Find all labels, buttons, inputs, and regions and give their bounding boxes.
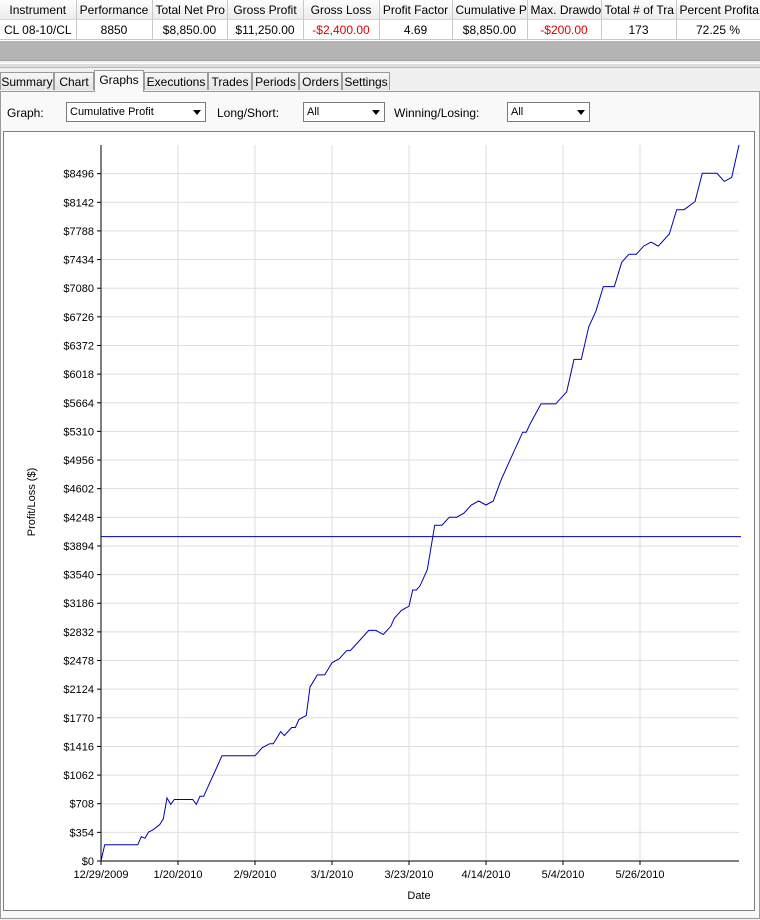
y-tick-label: $6372 [63, 340, 94, 352]
y-tick-label: $7080 [63, 283, 94, 295]
graph-select-value: Cumulative Profit [70, 106, 154, 118]
grid-lines [101, 145, 739, 861]
summary-cell: $8,850.00 [152, 19, 228, 40]
summary-data-row[interactable]: CL 08-10/CL 8850 $8,850.00 $11,250.00 -$2,40… [0, 19, 760, 40]
summary-cell: $8,850.00 [452, 19, 528, 40]
y-tick-label: $3186 [63, 598, 94, 610]
summary-cell: -$200.00 [527, 19, 602, 40]
y-tick-label: $1770 [63, 713, 94, 725]
graph-label: Graph: [7, 106, 44, 120]
graph-select[interactable]: Cumulative Profit [66, 102, 206, 122]
x-tick-label: 5/4/2010 [542, 869, 585, 881]
tab-executions[interactable]: Executions [144, 72, 208, 90]
y-tick-label: $708 [70, 799, 94, 811]
winning-losing-label: Winning/Losing: [394, 106, 480, 120]
tab-orders[interactable]: Orders [299, 72, 342, 90]
y-tick-label: $1416 [63, 741, 94, 753]
x-tick-label: 12/29/2009 [73, 869, 128, 881]
x-tick-label: 3/23/2010 [385, 869, 434, 881]
y-tick-label: $6018 [63, 369, 94, 381]
long-short-select[interactable]: All [303, 102, 385, 122]
x-axis-ticks: 12/29/2009 1/20/2010 2/9/2010 3/1/2010 3/23/… [73, 861, 664, 881]
column-header[interactable]: Instrument [0, 0, 77, 20]
x-tick-label: 2/9/2010 [234, 869, 277, 881]
y-tick-label: $3894 [63, 541, 94, 553]
tab-bar: Summary Chart Graphs Executions Trades P… [0, 70, 760, 92]
summary-cell: 173 [601, 19, 677, 40]
summary-cell: CL 08-10/CL [0, 19, 77, 40]
column-header[interactable]: Performance [76, 0, 153, 20]
summary-cell: 4.69 [379, 19, 453, 40]
summary-cell: $11,250.00 [227, 19, 304, 40]
y-tick-label: $2124 [63, 684, 94, 696]
y-tick-label: $1062 [63, 770, 94, 782]
long-short-label: Long/Short: [217, 106, 280, 120]
y-axis-title: Profit/Loss ($) [26, 468, 38, 536]
summary-panel: Instrument Performance Total Net Pro Gross … [0, 0, 760, 61]
x-tick-label: 5/26/2010 [616, 869, 665, 881]
x-tick-label: 1/20/2010 [154, 869, 203, 881]
y-tick-label: $354 [70, 827, 94, 839]
y-tick-label: $3540 [63, 570, 94, 582]
tab-chart[interactable]: Chart [54, 72, 94, 90]
y-tick-label: $5664 [63, 398, 94, 410]
tab-settings[interactable]: Settings [342, 72, 390, 90]
y-tick-label: $5310 [63, 426, 94, 438]
panel-splitter[interactable] [0, 63, 760, 68]
chevron-down-icon [372, 110, 380, 115]
chevron-down-icon [577, 110, 585, 115]
y-tick-label: $4956 [63, 455, 94, 467]
y-tick-label: $4602 [63, 484, 94, 496]
y-tick-label: $2478 [63, 656, 94, 668]
axes [100, 145, 739, 862]
column-header[interactable]: Percent Profita [676, 0, 760, 20]
summary-cell: 8850 [76, 19, 153, 40]
x-axis-title: Date [407, 890, 430, 902]
column-header[interactable]: Gross Profit [227, 0, 304, 20]
y-tick-label: $7434 [63, 255, 94, 267]
column-header[interactable]: Max. Drawdo [527, 0, 602, 20]
cumulative-profit-chart: $0 $354 $708 $1062 $1416 $1770 $2124 $2478 $2832… [26, 144, 741, 902]
long-short-select-value: All [307, 106, 320, 118]
summary-header-row: Instrument Performance Total Net Pro Gross … [0, 0, 760, 20]
cumulative-profit-line [100, 144, 740, 862]
y-axis-ticks: $0 $354 $708 $1062 $1416 $1770 $2124 $2478 $2832… [63, 169, 101, 868]
y-tick-label: $8496 [63, 169, 94, 181]
summary-cell: 72.25 % [676, 19, 760, 40]
chart-area[interactable]: $0 $354 $708 $1062 $1416 $1770 $2124 $2478 $2832… [3, 131, 755, 911]
summary-footer [0, 41, 760, 60]
y-tick-label: $2832 [63, 627, 94, 639]
y-tick-label: $8142 [63, 197, 94, 209]
winning-losing-select-value: All [511, 106, 524, 118]
tab-trades[interactable]: Trades [208, 72, 252, 90]
summary-table: Instrument Performance Total Net Pro Gross … [0, 0, 760, 40]
tab-graphs[interactable]: Graphs [94, 70, 144, 92]
summary-cell: -$2,400.00 [303, 19, 380, 40]
y-tick-label: $6726 [63, 312, 94, 324]
column-header[interactable]: Gross Loss [303, 0, 380, 20]
chevron-down-icon [193, 110, 201, 115]
column-header[interactable]: Total Net Pro [152, 0, 228, 20]
y-tick-label: $7788 [63, 226, 94, 238]
x-tick-label: 3/1/2010 [311, 869, 354, 881]
column-header[interactable]: Profit Factor [379, 0, 453, 20]
winning-losing-select[interactable]: All [507, 102, 590, 122]
y-tick-label: $4248 [63, 512, 94, 524]
tab-summary[interactable]: Summary [0, 72, 54, 90]
tab-periods[interactable]: Periods [252, 72, 299, 90]
column-header[interactable]: Cumulative P [452, 0, 528, 20]
y-tick-label: $0 [82, 856, 94, 868]
column-header[interactable]: Total # of Tra [601, 0, 677, 20]
x-tick-label: 4/14/2010 [462, 869, 511, 881]
